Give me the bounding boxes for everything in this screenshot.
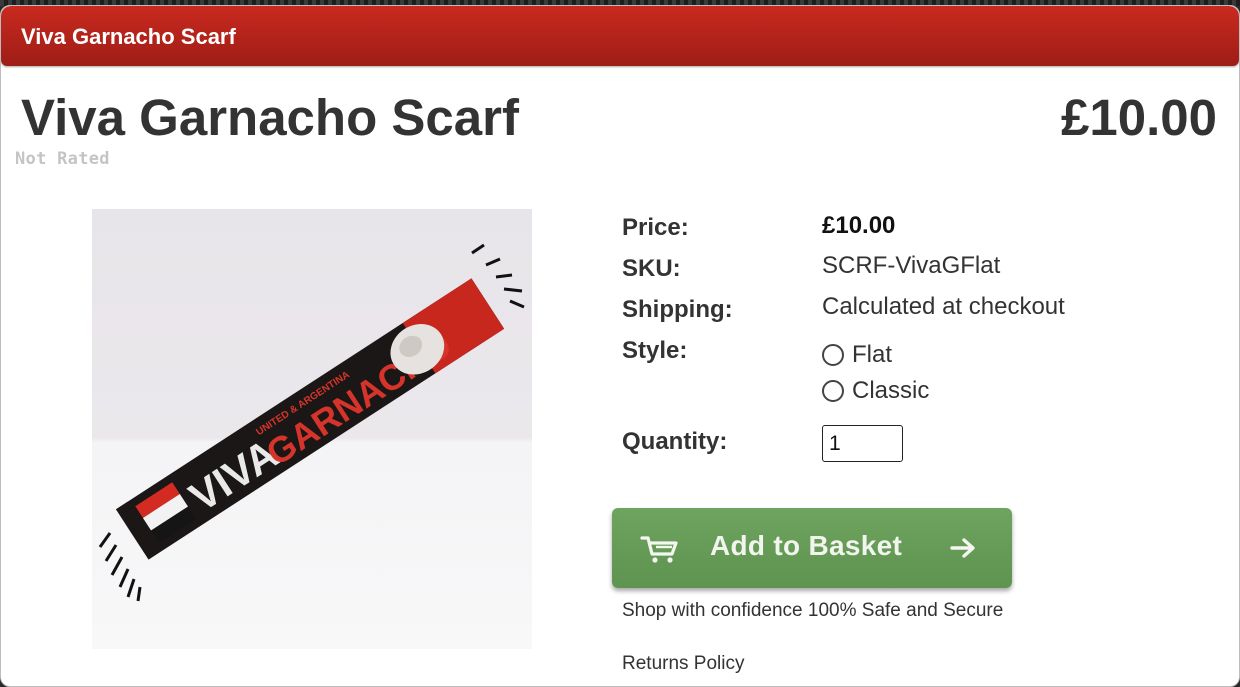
cart-icon (640, 536, 678, 563)
style-option-flat-label: Flat (852, 341, 893, 368)
add-to-basket-label: Add to Basket (710, 530, 903, 561)
quantity-label: Quantity: (622, 428, 728, 455)
product-panel: Viva Garnacho Scarf Viva Garnacho Scarf … (0, 5, 1240, 687)
scarf-illustration: VIVA UNITED & ARGENTINA GARNACHO (92, 209, 532, 649)
style-option-classic-label: Classic (852, 377, 930, 404)
product-title: Viva Garnacho Scarf (21, 89, 519, 146)
rating-status: Not Rated (15, 149, 110, 169)
product-price-heading: £10.00 (1061, 89, 1217, 146)
quantity-input[interactable] (822, 425, 903, 462)
sku-label: SKU: (622, 255, 681, 282)
sku-value: SCRF-VivaGFlat (822, 252, 1001, 279)
radio-classic[interactable] (822, 380, 844, 402)
arrow-right-icon (950, 538, 975, 558)
product-image[interactable]: VIVA UNITED & ARGENTINA GARNACHO (92, 209, 532, 649)
add-to-basket-button[interactable]: Add to Basket (612, 508, 1012, 588)
confidence-text: Shop with confidence 100% Safe and Secur… (622, 600, 1004, 621)
shipping-value: Calculated at checkout (822, 293, 1065, 320)
style-option-flat[interactable]: Flat (822, 341, 892, 369)
title-bar-text: Viva Garnacho Scarf (21, 24, 236, 49)
title-bar: Viva Garnacho Scarf (1, 6, 1239, 66)
price-label: Price: (622, 214, 689, 241)
style-option-classic[interactable]: Classic (822, 377, 929, 405)
price-value: £10.00 (822, 212, 896, 239)
returns-policy-link[interactable]: Returns Policy (622, 653, 745, 675)
shipping-label: Shipping: (622, 296, 733, 323)
radio-flat[interactable] (822, 344, 844, 366)
style-label: Style: (622, 337, 688, 364)
